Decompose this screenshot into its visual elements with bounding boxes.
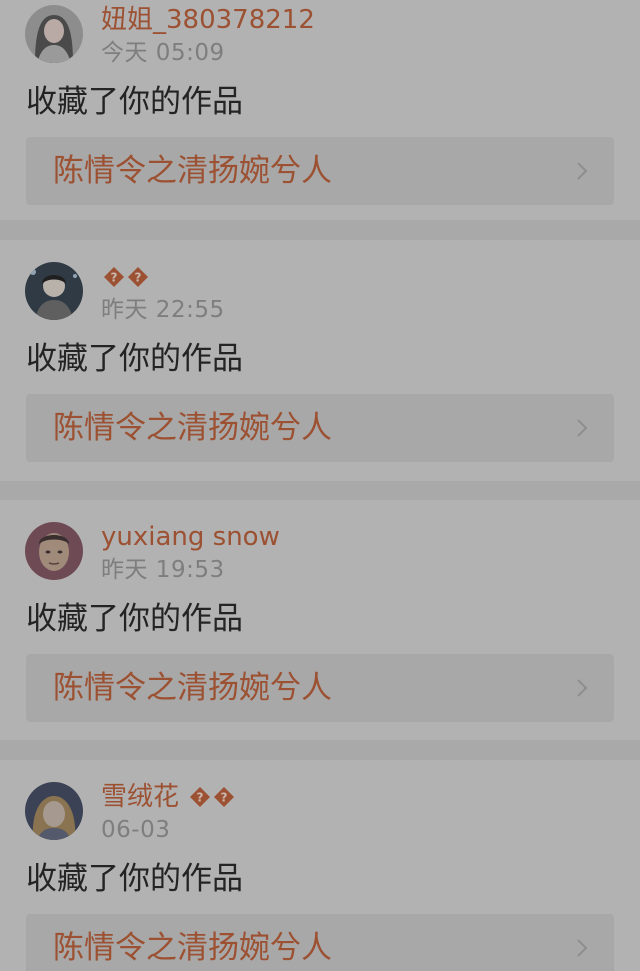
timestamp: 昨天 22:55: [101, 297, 225, 323]
action-text: 收藏了你的作品: [26, 84, 243, 120]
replacement-char-icon: ?: [189, 786, 211, 808]
chevron-right-icon: [576, 678, 588, 698]
action-text: 收藏了你的作品: [26, 601, 243, 637]
user-name-text: 雪绒花: [101, 782, 180, 812]
user-avatar[interactable]: [25, 5, 83, 63]
svg-text:?: ?: [221, 791, 228, 805]
user-avatar[interactable]: [25, 522, 83, 580]
work-title: 陈情令之清扬婉兮人: [53, 930, 332, 966]
action-text: 收藏了你的作品: [26, 861, 243, 897]
avatar-child-portrait-icon: [25, 782, 83, 840]
timestamp: 今天 05:09: [101, 40, 225, 66]
user-name[interactable]: 雪绒花 ? ?: [101, 780, 235, 814]
user-name[interactable]: 妞姐_380378212: [101, 3, 315, 37]
svg-text:?: ?: [111, 271, 118, 285]
work-title: 陈情令之清扬婉兮人: [53, 670, 332, 706]
work-title: 陈情令之清扬婉兮人: [53, 410, 332, 446]
notification-card: yuxiang snow 昨天 19:53 收藏了你的作品 陈情令之清扬婉兮人: [0, 500, 640, 740]
svg-text:?: ?: [197, 791, 204, 805]
avatar-woman-long-hair-icon: [25, 5, 83, 63]
work-link[interactable]: 陈情令之清扬婉兮人: [26, 137, 614, 205]
user-name[interactable]: yuxiang snow: [101, 520, 280, 554]
action-text: 收藏了你的作品: [26, 341, 243, 377]
user-name-text: 妞姐_380378212: [101, 5, 315, 35]
svg-text:?: ?: [135, 271, 142, 285]
user-name[interactable]: ? ?: [101, 260, 149, 294]
timestamp: 06-03: [101, 817, 171, 843]
user-name-text: yuxiang snow: [101, 522, 280, 552]
chevron-right-icon: [576, 161, 588, 181]
replacement-char-icon: ?: [127, 266, 149, 288]
user-avatar[interactable]: [25, 782, 83, 840]
notification-card: ? ? 昨天 22:55 收藏了你的作品 陈情令之清扬婉兮人: [0, 240, 640, 481]
work-title: 陈情令之清扬婉兮人: [53, 153, 332, 189]
work-link[interactable]: 陈情令之清扬婉兮人: [26, 914, 614, 971]
replacement-char-icon: ?: [103, 266, 125, 288]
notification-card: 妞姐_380378212 今天 05:09 收藏了你的作品 陈情令之清扬婉兮人: [0, 0, 640, 220]
timestamp: 昨天 19:53: [101, 557, 225, 583]
avatar-man-face-icon: [25, 522, 83, 580]
work-link[interactable]: 陈情令之清扬婉兮人: [26, 654, 614, 722]
work-link[interactable]: 陈情令之清扬婉兮人: [26, 394, 614, 462]
notification-list: 妞姐_380378212 今天 05:09 收藏了你的作品 陈情令之清扬婉兮人: [0, 0, 640, 971]
notification-card: 雪绒花 ? ? 06-03 收藏了你的作品 陈情令之清扬婉兮人: [0, 760, 640, 971]
replacement-char-icon: ?: [213, 786, 235, 808]
chevron-right-icon: [576, 418, 588, 438]
chevron-right-icon: [576, 938, 588, 958]
user-avatar[interactable]: [25, 262, 83, 320]
avatar-person-stage-icon: [25, 262, 83, 320]
